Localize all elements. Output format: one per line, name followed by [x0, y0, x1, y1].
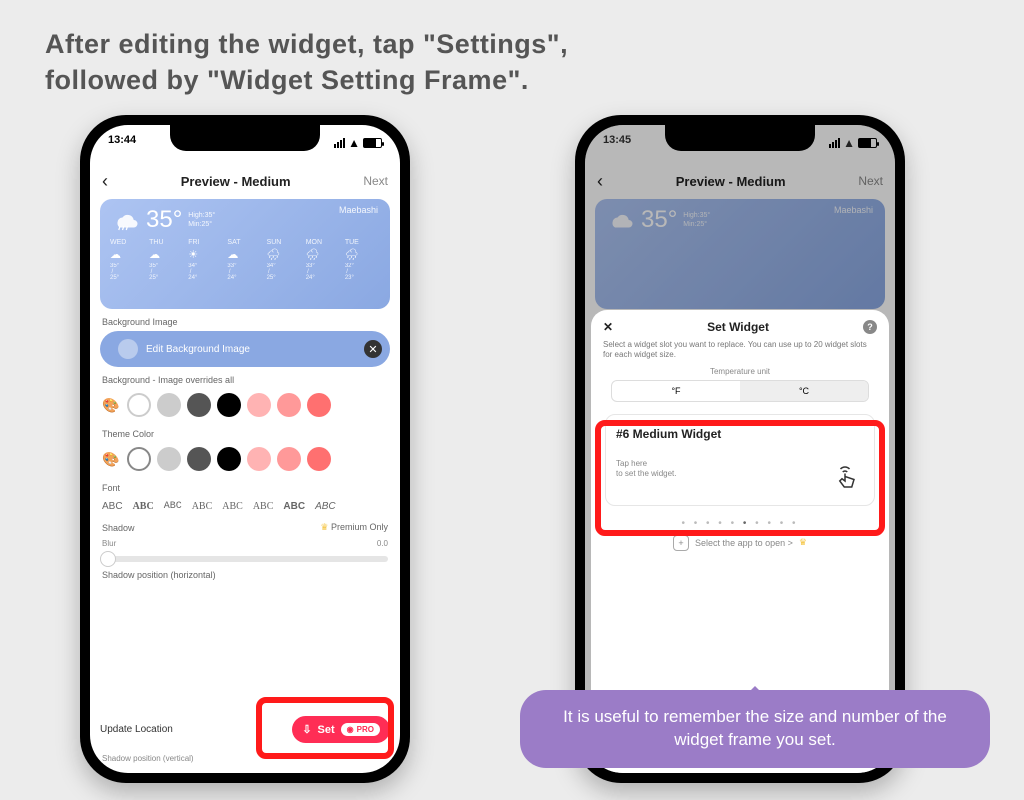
color-swatch[interactable]	[157, 447, 181, 471]
temp-unit-segment[interactable]: °F °C	[611, 380, 869, 402]
color-swatch[interactable]	[307, 393, 331, 417]
color-swatch[interactable]	[307, 447, 331, 471]
highlight-set-button	[256, 697, 394, 759]
color-swatch[interactable]	[187, 447, 211, 471]
select-app-row[interactable]: + Select the app to open > ♛	[603, 535, 877, 551]
font-option[interactable]: ABC	[222, 501, 243, 512]
phone-left: 13:44 ▲ ‹ Preview - Medium Next Maebashi…	[80, 115, 410, 783]
wifi-icon: ▲	[348, 136, 360, 150]
font-option[interactable]: ABC	[253, 501, 274, 512]
weather-icon	[110, 205, 140, 235]
clear-bg-icon[interactable]: ✕	[364, 340, 382, 358]
font-option[interactable]: ABC	[315, 501, 336, 512]
palette-icon[interactable]: 🎨	[102, 451, 119, 468]
instruction-text: After editing the widget, tap "Settings"…	[45, 26, 568, 99]
color-swatch[interactable]	[277, 393, 301, 417]
cellular-icon	[334, 138, 345, 148]
sheet-description: Select a widget slot you want to replace…	[603, 340, 877, 361]
color-swatch[interactable]	[217, 393, 241, 417]
color-swatch[interactable]	[277, 447, 301, 471]
plus-icon: +	[673, 535, 689, 551]
premium-badge: ♛ Premium Only	[320, 522, 388, 533]
back-button[interactable]: ‹	[102, 171, 108, 192]
sheet-title: Set Widget	[707, 320, 769, 334]
font-option[interactable]: ABC	[133, 501, 154, 512]
color-swatch[interactable]	[247, 393, 271, 417]
bubble-icon	[118, 339, 138, 359]
font-option[interactable]: ABC	[283, 501, 305, 512]
color-swatch[interactable]	[127, 393, 151, 417]
font-option[interactable]: ABC	[192, 501, 213, 512]
battery-icon	[363, 138, 382, 148]
bg-color-row: 🎨	[100, 389, 390, 421]
color-swatch[interactable]	[127, 447, 151, 471]
section-shadow: Shadow	[102, 523, 135, 533]
edit-bg-button[interactable]: Edit Background Image ✕	[100, 331, 390, 367]
section-bg-color: Background - Image overrides all	[100, 375, 390, 385]
help-icon[interactable]: ?	[863, 320, 877, 334]
phone-right: 13:45 ▲ ‹ Preview - Medium Next Maebashi…	[575, 115, 905, 783]
page-title: Preview - Medium	[181, 174, 291, 189]
crown-icon: ♛	[320, 522, 328, 532]
section-bg-image: Background Image	[100, 317, 390, 327]
color-swatch[interactable]	[217, 447, 241, 471]
weather-widget-preview: Maebashi 35° High:35°Min:25° WED☁35° / 2…	[100, 199, 390, 309]
nav-bar: ‹ Preview - Medium Next	[90, 165, 400, 197]
update-location-button[interactable]: Update Location	[100, 724, 173, 735]
section-theme: Theme Color	[100, 429, 390, 439]
unit-f[interactable]: °F	[612, 381, 740, 401]
font-option[interactable]: ABC	[164, 501, 182, 512]
color-swatch[interactable]	[187, 393, 211, 417]
blur-slider[interactable]	[102, 556, 388, 562]
theme-color-row: 🎨	[100, 443, 390, 475]
font-row: ABC ABC ABC ABC ABC ABC ABC ABC	[100, 497, 390, 516]
temp-unit-label: Temperature unit	[603, 367, 877, 376]
palette-icon[interactable]: 🎨	[102, 397, 119, 414]
font-option[interactable]: ABC	[102, 501, 123, 512]
unit-c[interactable]: °C	[740, 381, 868, 401]
color-swatch[interactable]	[157, 393, 181, 417]
crown-icon: ♛	[799, 537, 807, 548]
shadow-h-label: Shadow position (horizontal)	[100, 570, 390, 580]
color-swatch[interactable]	[247, 447, 271, 471]
close-sheet-button[interactable]: ✕	[603, 320, 613, 334]
section-font: Font	[100, 483, 390, 493]
status-time: 13:44	[108, 134, 136, 152]
highlight-widget-slot	[595, 420, 885, 536]
next-button[interactable]: Next	[363, 174, 388, 188]
callout-bubble: It is useful to remember the size and nu…	[520, 690, 990, 768]
shadow-v-label: Shadow position (vertical)	[102, 754, 194, 763]
